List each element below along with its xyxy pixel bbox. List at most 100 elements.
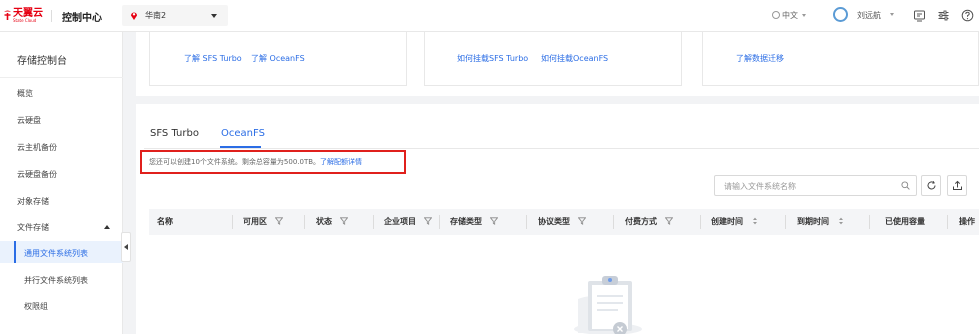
refresh-icon — [927, 180, 936, 190]
column-header-billing: 付费方式 — [625, 209, 673, 235]
tianyi-cloud-logo[interactable]: 天翼云 State Cloud — [3, 8, 43, 24]
column-header-name: 名称 — [157, 209, 173, 235]
filter-icon[interactable] — [424, 217, 432, 225]
card-data-migration: 了解数据迁移 — [702, 32, 979, 86]
column-header-project-label: 企业项目 — [384, 217, 416, 226]
search-icon[interactable] — [901, 181, 910, 190]
language-label: 中文 — [782, 11, 798, 20]
location-pin-icon — [131, 12, 137, 20]
help-cards-row: 了解 SFS Turbo 了解 OceanFS 如何挂载SFS Turbo 如何… — [136, 32, 979, 96]
sort-icon[interactable] — [751, 217, 759, 225]
column-header-storage-type: 存储类型 — [450, 209, 498, 235]
help-icon[interactable] — [961, 9, 974, 22]
sidebar-item-file-storage[interactable]: 文件存储 — [17, 222, 49, 233]
sort-icon[interactable] — [837, 217, 845, 225]
column-header-created-label: 创建时间 — [711, 217, 743, 226]
link-learn-oceanfs[interactable]: 了解 OceanFS — [251, 53, 305, 64]
sidebar: 存储控制台 概览 云硬盘 云主机备份 云硬盘备份 对象存储 文件存储 通用文件系… — [0, 32, 123, 334]
link-learn-sfs-turbo[interactable]: 了解 SFS Turbo — [184, 53, 242, 64]
sidebar-item-cloud-disk[interactable]: 云硬盘 — [17, 115, 41, 126]
sidebar-divider — [0, 77, 123, 78]
column-header-status: 状态 — [316, 209, 348, 235]
user-avatar-icon — [833, 7, 848, 22]
column-header-used-capacity-label: 已使用容量 — [885, 217, 925, 226]
column-header-billing-label: 付费方式 — [625, 217, 657, 226]
collapse-arrow-icon — [124, 244, 128, 250]
sidebar-collapse-button[interactable] — [121, 232, 131, 262]
column-separator — [613, 215, 614, 229]
top-navigation-bar: 天翼云 State Cloud 控制中心 华南2 中文 刘远航 — [0, 0, 979, 32]
link-data-migration[interactable]: 了解数据迁移 — [736, 53, 784, 64]
table-header: 名称 可用区 状态 企业项目 存储类型 协议类型 付费方式 创建时间 到期时间 … — [149, 209, 979, 235]
chevron-down-icon — [211, 14, 217, 18]
column-header-created: 创建时间 — [711, 209, 759, 235]
active-indicator — [14, 241, 16, 263]
sidebar-item-disk-backup[interactable]: 云硬盘备份 — [17, 169, 57, 180]
refresh-button[interactable] — [921, 175, 941, 196]
column-header-zone-label: 可用区 — [243, 217, 267, 226]
filter-icon[interactable] — [275, 217, 283, 225]
column-separator — [526, 215, 527, 229]
column-header-expiry: 到期时间 — [797, 209, 845, 235]
column-separator — [785, 215, 786, 229]
column-header-storage-type-label: 存储类型 — [450, 217, 482, 226]
highlight-box — [140, 150, 406, 174]
sidebar-title: 存储控制台 — [17, 56, 67, 67]
sidebar-item-permission-group[interactable]: 权限组 — [24, 301, 48, 312]
tab-active-underline — [220, 146, 261, 148]
language-selector[interactable]: 中文 — [772, 10, 806, 21]
column-separator — [232, 215, 233, 229]
filter-icon[interactable] — [490, 217, 498, 225]
search-placeholder: 请输入文件系统名称 — [724, 182, 796, 191]
chevron-up-icon[interactable] — [104, 225, 110, 229]
column-header-project: 企业项目 — [384, 209, 432, 235]
column-header-zone: 可用区 — [243, 209, 283, 235]
column-separator — [869, 215, 870, 229]
column-separator — [373, 215, 374, 229]
column-header-actions-label: 操作 — [959, 217, 975, 226]
column-header-protocol: 协议类型 — [538, 209, 586, 235]
tabs-divider — [144, 148, 979, 149]
settings-sliders-icon[interactable] — [937, 9, 950, 22]
filter-icon[interactable] — [665, 217, 673, 225]
column-separator — [304, 215, 305, 229]
column-header-status-label: 状态 — [316, 217, 332, 226]
column-separator — [439, 215, 440, 229]
filter-icon[interactable] — [340, 217, 348, 225]
sidebar-item-parallel-fs-list[interactable]: 并行文件系统列表 — [24, 275, 88, 286]
column-header-expiry-label: 到期时间 — [797, 217, 829, 226]
column-separator — [947, 215, 948, 229]
link-mount-oceanfs[interactable]: 如何挂载OceanFS — [541, 53, 608, 64]
column-header-name-label: 名称 — [157, 217, 173, 226]
sidebar-item-general-fs-list-label: 通用文件系统列表 — [24, 249, 88, 258]
link-mount-sfs-turbo[interactable]: 如何挂载SFS Turbo — [457, 53, 528, 64]
column-separator — [700, 215, 701, 229]
column-header-protocol-label: 协议类型 — [538, 217, 570, 226]
tab-sfs-turbo[interactable]: SFS Turbo — [150, 128, 199, 139]
sidebar-item-object-storage[interactable]: 对象存储 — [17, 196, 49, 207]
notification-icon[interactable] — [913, 9, 926, 22]
empty-state-illustration — [574, 276, 642, 334]
chevron-down-icon — [802, 14, 806, 17]
card-mount-guides: 如何挂载SFS Turbo 如何挂载OceanFS — [424, 32, 682, 86]
column-header-actions: 操作 — [959, 209, 979, 235]
tab-oceanfs[interactable]: OceanFS — [221, 128, 265, 139]
filter-icon[interactable] — [578, 217, 586, 225]
sidebar-item-overview[interactable]: 概览 — [17, 88, 33, 99]
column-header-used-capacity: 已使用容量 — [885, 209, 925, 235]
globe-icon — [772, 11, 780, 19]
export-button[interactable] — [947, 175, 967, 196]
card-learn-products: 了解 SFS Turbo 了解 OceanFS — [149, 32, 407, 86]
export-icon — [953, 180, 962, 190]
region-selector[interactable]: 华南2 — [122, 5, 228, 26]
search-input[interactable]: 请输入文件系统名称 — [714, 175, 917, 196]
region-label: 华南2 — [145, 11, 167, 20]
file-system-panel: SFS Turbo OceanFS 您还可以创建10个文件系统。剩余总容量为50… — [136, 104, 979, 334]
header-divider — [51, 10, 52, 22]
sidebar-item-host-backup[interactable]: 云主机备份 — [17, 142, 57, 153]
username: 刘远航 — [857, 11, 881, 20]
logo-mark-icon — [4, 10, 11, 20]
logo-subtext: State Cloud — [13, 18, 37, 23]
chevron-down-icon — [890, 13, 894, 16]
console-title[interactable]: 控制中心 — [62, 9, 102, 24]
